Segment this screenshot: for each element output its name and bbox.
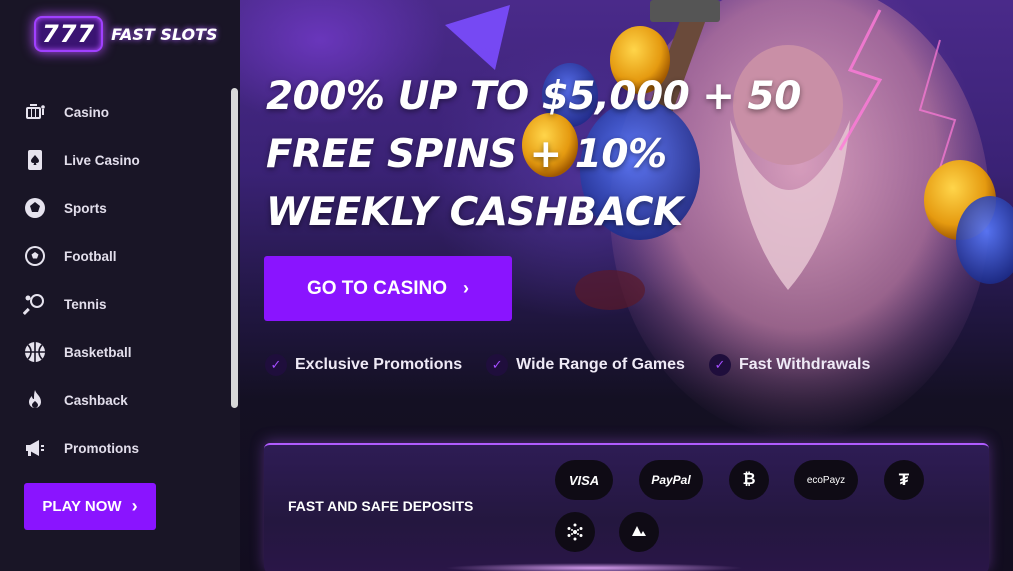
gem-shape [445, 5, 510, 70]
go-to-casino-button[interactable]: GO TO CASINO › [264, 256, 512, 321]
check-icon: ✓ [265, 354, 287, 376]
feature-label: Exclusive Promotions [295, 356, 463, 373]
sidebar-item-promotions[interactable]: Promotions [22, 424, 140, 472]
avalanche-payment-method[interactable] [619, 512, 659, 552]
sidebar-item-label: Live Casino [64, 152, 140, 168]
feature-label: Wide Range of Games [516, 356, 685, 373]
sidebar-item-label: Football [64, 248, 117, 264]
tether-icon: ₮ [898, 470, 910, 489]
sidebar-item-live-casino[interactable]: Live Casino [22, 136, 140, 184]
sidebar-item-sports[interactable]: Sports [22, 184, 140, 232]
casino-icon [22, 99, 48, 125]
bitcoin-icon: ₿ [742, 471, 756, 488]
sidebar-nav: Casino Live Casino Sports Football Tenni… [22, 88, 140, 472]
football-icon [22, 243, 48, 269]
deposits-title: FAST AND SAFE DEPOSITS [288, 498, 474, 514]
ecopayz-logo: ecoPayz [806, 474, 846, 486]
visa-logo: VISA [568, 472, 600, 488]
bitcoin-payment-method[interactable]: ₿ [729, 460, 769, 500]
tennis-icon [22, 291, 48, 317]
hero-banner: 200% UP TO $5,000 + 50 FREE SPINS + 10% … [240, 0, 1013, 571]
cardano-payment-method[interactable] [555, 512, 595, 552]
sidebar-item-label: Cashback [64, 392, 128, 408]
sidebar-item-casino[interactable]: Casino [22, 88, 140, 136]
play-now-label: PLAY NOW [42, 498, 122, 515]
sports-icon [22, 195, 48, 221]
sidebar-item-cashback[interactable]: Cashback [22, 376, 140, 424]
check-icon: ✓ [708, 354, 731, 376]
avalanche-icon [632, 526, 646, 536]
fire-icon [22, 387, 48, 413]
site-logo[interactable]: 777 FAST SLOTS [34, 16, 218, 52]
sidebar-item-football[interactable]: Football [22, 232, 140, 280]
feature-label: Fast Withdrawals [738, 356, 871, 373]
sidebar-item-tennis[interactable]: Tennis [22, 280, 140, 328]
cardano-icon [567, 523, 583, 541]
sidebar-item-basketball[interactable]: Basketball [22, 328, 140, 376]
sidebar-item-label: Casino [64, 104, 110, 120]
deposits-panel: FAST AND SAFE DEPOSITS VISA PayPal ₿ eco… [264, 443, 989, 571]
megaphone-icon [22, 435, 48, 461]
go-to-casino-label: GO TO CASINO [306, 277, 448, 299]
play-now-button[interactable]: PLAY NOW › [24, 483, 156, 530]
feature-item: ✓ Wide Range of Games [486, 354, 685, 376]
paypal-logo: PayPal [651, 473, 691, 487]
chevron-right-icon: › [463, 278, 470, 298]
paypal-payment-method[interactable]: PayPal [639, 460, 703, 500]
feature-item: ✓ Fast Withdrawals [708, 354, 871, 376]
sidebar-item-label: Tennis [64, 296, 107, 312]
visa-payment-method[interactable]: VISA [555, 460, 613, 500]
chevron-right-icon: › [131, 496, 138, 516]
sidebar: 777 FAST SLOTS Casino Live Casino Sports [0, 0, 240, 571]
feature-item: ✓ Exclusive Promotions [265, 354, 462, 376]
sidebar-item-label: Basketball [64, 344, 132, 360]
check-icon: ✓ [486, 354, 509, 376]
playing-card-icon [22, 147, 48, 173]
sidebar-item-label: Promotions [64, 440, 140, 456]
sidebar-item-label: Sports [64, 200, 107, 216]
feature-list: ✓ Exclusive Promotions ✓ Wide Range of G… [265, 354, 870, 376]
tether-payment-method[interactable]: ₮ [884, 460, 924, 500]
ecopayz-payment-method[interactable]: ecoPayz [794, 460, 858, 500]
logo-777-badge: 777 [34, 16, 104, 52]
sidebar-scrollbar[interactable] [231, 88, 238, 408]
hero-headline: 200% UP TO $5,000 + 50 FREE SPINS + 10% … [266, 74, 801, 235]
basketball-icon [22, 339, 48, 365]
logo-text: FAST SLOTS [111, 24, 218, 44]
